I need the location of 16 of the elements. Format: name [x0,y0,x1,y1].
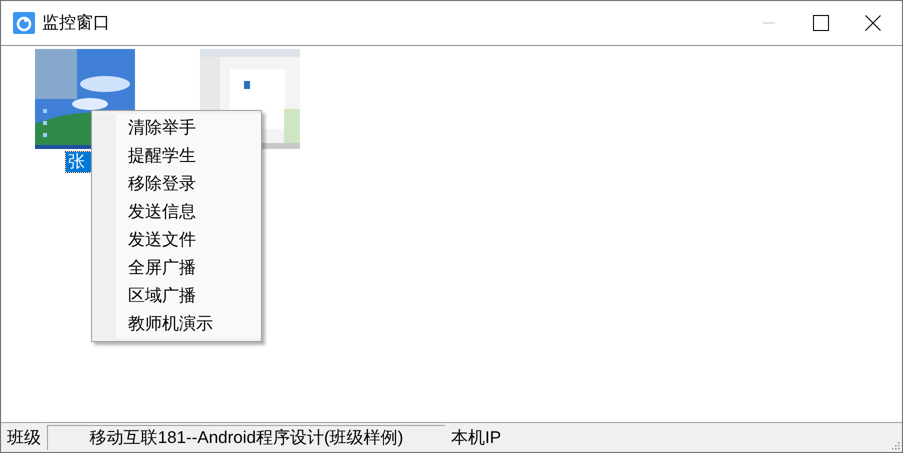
resize-grip-icon[interactable] [890,440,900,450]
class-field: 移动互联181--Android程序设计(班级样例) [47,425,445,450]
class-label: 班级 [7,426,41,449]
window-title: 监控窗口 [42,12,110,34]
menu-item[interactable]: 全屏广播 [116,254,261,282]
menu-item[interactable]: 移除登录 [116,170,261,198]
menu-item[interactable]: 教师机演示 [116,310,261,338]
menu-item[interactable]: 清除举手 [116,114,261,142]
menu-item[interactable]: 发送文件 [116,226,261,254]
close-icon [865,15,881,31]
app-icon [13,12,35,34]
maximize-icon [813,15,829,31]
ip-label: 本机IP [451,426,502,449]
menu-item[interactable]: 提醒学生 [116,142,261,170]
menu-item[interactable]: 发送信息 [116,198,261,226]
menu-item[interactable]: 区域广播 [116,282,261,310]
